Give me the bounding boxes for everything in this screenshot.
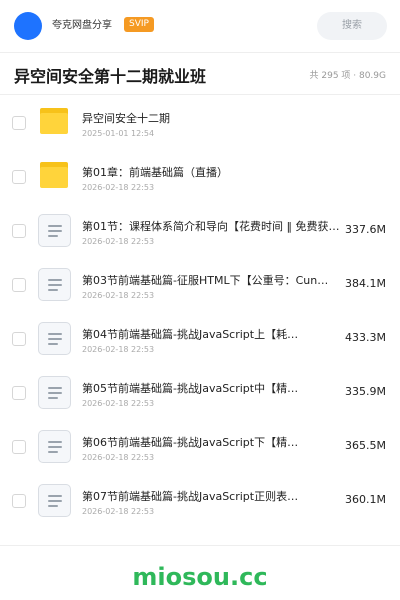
- file-date: 2026-02-18 22:53: [82, 291, 155, 300]
- file-name: 第07节前端基础篇-挑战JavaScript正则表…: [82, 490, 299, 503]
- list-item[interactable]: 异空间安全十二期 2025-01-01 12:54: [0, 96, 400, 150]
- file-size: 433.3M: [345, 331, 386, 344]
- file-date: 2026-02-18 22:53: [82, 399, 155, 408]
- document-icon: [38, 322, 71, 355]
- select-checkbox[interactable]: [12, 278, 26, 292]
- file-date: 2026-02-18 22:53: [82, 183, 155, 192]
- file-size: 365.5M: [345, 439, 386, 452]
- user-name[interactable]: 夸克网盘分享: [52, 19, 112, 33]
- file-size: 384.1M: [345, 277, 386, 290]
- file-date: 2025-01-01 12:54: [82, 129, 155, 138]
- file-name: 第03节前端基础篇-征服HTML下【公重号：Cun…: [82, 274, 329, 287]
- file-name: 第05节前端基础篇-挑战JavaScript中【精…: [82, 382, 299, 395]
- watermark: miosou.cc: [132, 563, 268, 591]
- file-name: 第01章：前端基础篇（直播）: [82, 166, 228, 179]
- document-icon: [38, 484, 71, 517]
- top-bar: 夸克网盘分享 SVIP 搜索: [0, 0, 400, 52]
- document-icon: [38, 376, 71, 409]
- file-name: 第01节：课程体系简介和导向【花费时间 ‖ 免费获取：…: [82, 220, 342, 233]
- folder-icon: [40, 162, 68, 188]
- folder-summary: 共 295 项 · 80.9G: [309, 71, 387, 81]
- select-checkbox[interactable]: [12, 332, 26, 346]
- title-divider: [0, 94, 400, 95]
- file-name: 第06节前端基础篇-挑战JavaScript下【精…: [82, 436, 299, 449]
- list-item[interactable]: 第06节前端基础篇-挑战JavaScript下【精… 2026-02-18 22…: [0, 420, 400, 474]
- header-divider: [0, 52, 400, 53]
- file-date: 2026-02-18 22:53: [82, 237, 155, 246]
- file-date: 2026-02-18 22:53: [82, 453, 155, 462]
- list-item[interactable]: 第01章：前端基础篇（直播） 2026-02-18 22:53: [0, 150, 400, 204]
- file-date: 2026-02-18 22:53: [82, 345, 155, 354]
- file-name: 异空间安全十二期: [82, 112, 170, 125]
- page-title: 异空间安全第十二期就业班: [14, 67, 207, 86]
- folder-icon: [40, 108, 68, 134]
- select-checkbox[interactable]: [12, 116, 26, 130]
- select-checkbox[interactable]: [12, 494, 26, 508]
- file-date: 2026-02-18 22:53: [82, 507, 155, 516]
- list-item[interactable]: 第01节：课程体系简介和导向【花费时间 ‖ 免费获取：… 2026-02-18 …: [0, 204, 400, 258]
- select-checkbox[interactable]: [12, 170, 26, 184]
- select-checkbox[interactable]: [12, 386, 26, 400]
- document-icon: [38, 268, 71, 301]
- list-item[interactable]: 第03节前端基础篇-征服HTML下【公重号：Cun… 2026-02-18 22…: [0, 258, 400, 312]
- file-name: 第04节前端基础篇-挑战JavaScript上【耗…: [82, 328, 299, 341]
- select-checkbox[interactable]: [12, 224, 26, 238]
- document-icon: [38, 214, 71, 247]
- list-item[interactable]: 第05节前端基础篇-挑战JavaScript中【精… 2026-02-18 22…: [0, 366, 400, 420]
- list-item[interactable]: 第04节前端基础篇-挑战JavaScript上【耗… 2026-02-18 22…: [0, 312, 400, 366]
- file-size: 335.9M: [345, 385, 386, 398]
- file-size: 337.6M: [345, 223, 386, 236]
- document-icon: [38, 430, 71, 463]
- search-input[interactable]: 搜索: [317, 12, 387, 40]
- select-checkbox[interactable]: [12, 440, 26, 454]
- list-bottom-divider: [0, 545, 400, 546]
- svip-badge: SVIP: [124, 17, 154, 32]
- file-list: 异空间安全十二期 2025-01-01 12:54 第01章：前端基础篇（直播）…: [0, 96, 400, 528]
- folder-header: 异空间安全第十二期就业班 共 295 项 · 80.9G: [0, 56, 400, 94]
- file-size: 360.1M: [345, 493, 386, 506]
- avatar[interactable]: [14, 12, 42, 40]
- list-item[interactable]: 第07节前端基础篇-挑战JavaScript正则表… 2026-02-18 22…: [0, 474, 400, 528]
